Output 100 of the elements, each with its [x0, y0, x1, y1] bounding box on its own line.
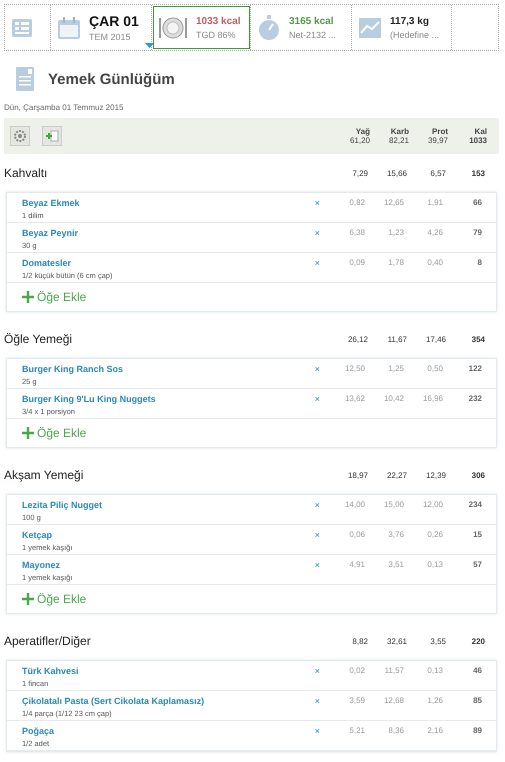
meal-title: Aperatifler/Diğer	[4, 634, 91, 648]
plus-icon	[22, 427, 34, 439]
remove-button[interactable]: ×	[314, 530, 320, 541]
column-header: Prot	[431, 127, 448, 136]
remove-button[interactable]: ×	[314, 364, 320, 375]
remove-button[interactable]: ×	[314, 258, 320, 269]
notebook-icon	[16, 67, 34, 91]
nutrient-value: 14,00	[344, 500, 365, 509]
page-title: Yemek Günlüğüm	[48, 70, 175, 88]
nutrient-value: 3,51	[387, 560, 404, 569]
nutrient-value: 3,59	[348, 696, 365, 705]
total-value: 1033	[468, 136, 487, 145]
nutrient-value: 12,65	[382, 198, 404, 207]
nutrient-value: 4,26	[426, 228, 443, 237]
nutrient-value: 122	[468, 364, 482, 373]
nutrient-value: 1,23	[387, 228, 404, 237]
summary-tile[interactable]: 117,3 kg (Hedefine ...	[352, 5, 452, 50]
meal-title: Öğle Yemeği	[4, 332, 72, 346]
column-header: Kal	[474, 127, 487, 136]
list-icon	[11, 16, 33, 38]
remove-button[interactable]: ×	[314, 500, 320, 511]
meal-total: 32,61	[386, 636, 407, 646]
chart-icon	[358, 16, 382, 38]
nutrient-value: 4,91	[348, 560, 365, 569]
tile-title: 1033 kcal	[196, 16, 240, 26]
nutrient-value: 8	[476, 258, 482, 267]
food-link[interactable]: Burger King Ranch Sos	[22, 364, 315, 374]
nutrient-value: 11,57	[384, 666, 404, 675]
tile-subtitle: Net-2132 ...	[289, 30, 336, 40]
add-item-button[interactable]: Öğe Ekle	[22, 419, 86, 447]
meal-title: Kahvaltı	[4, 166, 48, 180]
stopwatch-icon	[257, 14, 281, 40]
meal-total: 15,66	[386, 168, 407, 178]
total-value: 82,21	[388, 136, 409, 145]
summary-tile[interactable]: ÇAR 01 TEM 2015	[51, 5, 152, 50]
nutrient-value: 10,42	[382, 394, 404, 403]
meal-total: 17,46	[424, 334, 446, 344]
nutrient-value: 0,13	[426, 666, 443, 675]
add-item-button[interactable]: Öğe Ekle	[22, 283, 86, 311]
nutrient-value: 1,91	[426, 198, 443, 207]
remove-button[interactable]: ×	[314, 560, 320, 571]
nutrient-value: 1,26	[426, 696, 443, 705]
tile-title: ÇAR 01	[89, 13, 139, 29]
column-header: Karb	[390, 127, 409, 136]
nutrient-value: 0,09	[348, 258, 365, 267]
nutrient-value: 5,21	[348, 726, 365, 735]
column-header: Yağ	[354, 127, 370, 136]
meal-total: 11,67	[386, 334, 407, 344]
meal-total: 3,55	[429, 636, 446, 646]
food-link[interactable]: Mayonez	[22, 560, 315, 570]
nutrient-value: 46	[472, 666, 482, 675]
food-link[interactable]: Beyaz Peynir	[22, 228, 315, 238]
tile-title: 3165 kcal	[289, 16, 334, 26]
nutrient-value: 0,13	[426, 560, 443, 569]
food-link[interactable]: Türk Kahvesi	[22, 666, 315, 676]
nutrient-value: 12,00	[422, 500, 443, 509]
tile-title: 117,3 kg	[390, 16, 430, 26]
tile-subtitle: (Hedefine ...	[390, 30, 440, 40]
remove-button[interactable]: ×	[314, 228, 320, 239]
food-link[interactable]: Poğaça	[22, 726, 315, 736]
summary-tile[interactable]: 3165 kcal Net-2132 ...	[251, 5, 352, 50]
settings-button[interactable]	[10, 126, 30, 146]
plate-icon	[158, 14, 188, 40]
food-link[interactable]: Ketçap	[22, 530, 315, 540]
food-link[interactable]: Lezita Piliç Nugget	[22, 500, 315, 510]
total-value: 39,97	[426, 136, 448, 145]
caret-icon[interactable]	[145, 43, 154, 48]
meal-total: 354	[470, 334, 485, 344]
remove-button[interactable]: ×	[314, 394, 320, 405]
meal-total: 7,29	[351, 168, 368, 178]
remove-button[interactable]: ×	[314, 666, 320, 677]
meal-total: 306	[470, 470, 485, 480]
add-item-button[interactable]: Öğe Ekle	[22, 585, 86, 613]
nutrient-value: 0,40	[426, 258, 443, 267]
nutrient-value: 1,78	[387, 258, 404, 267]
settings-icon	[14, 130, 26, 142]
remove-button[interactable]: ×	[314, 198, 320, 209]
tile-subtitle: TEM 2015	[89, 32, 132, 42]
food-link[interactable]: Beyaz Ekmek	[22, 198, 315, 208]
food-link[interactable]: Burger King 9'Lu King Nuggets	[22, 394, 315, 404]
nutrient-value: 16,96	[422, 394, 443, 403]
plus-page-icon	[45, 130, 59, 142]
summary-tile[interactable]: 1033 kcal TGD 86%	[152, 5, 251, 50]
nutrient-value: 0,82	[348, 198, 365, 207]
total-value: 61,20	[348, 136, 370, 145]
remove-button[interactable]: ×	[314, 696, 320, 707]
plus-icon	[22, 291, 34, 303]
nutrient-value: 13,62	[344, 394, 365, 403]
meal-total: 153	[470, 168, 485, 178]
meal-total: 12,39	[424, 470, 446, 480]
remove-button[interactable]: ×	[314, 726, 320, 737]
nutrient-value: 232	[468, 394, 482, 403]
nutrient-value: 6,38	[348, 228, 365, 237]
food-link[interactable]: Çikolatalı Pasta (Sert Cikolata Kaplamasız)	[22, 696, 315, 706]
nutrient-value: 66	[472, 198, 482, 207]
meal-total: 8,82	[351, 636, 368, 646]
food-link[interactable]: Domatesler	[22, 258, 315, 268]
copy-add-button[interactable]	[42, 126, 62, 146]
nutrient-value: 15,00	[382, 500, 404, 509]
nutrient-value: 85	[472, 696, 482, 705]
